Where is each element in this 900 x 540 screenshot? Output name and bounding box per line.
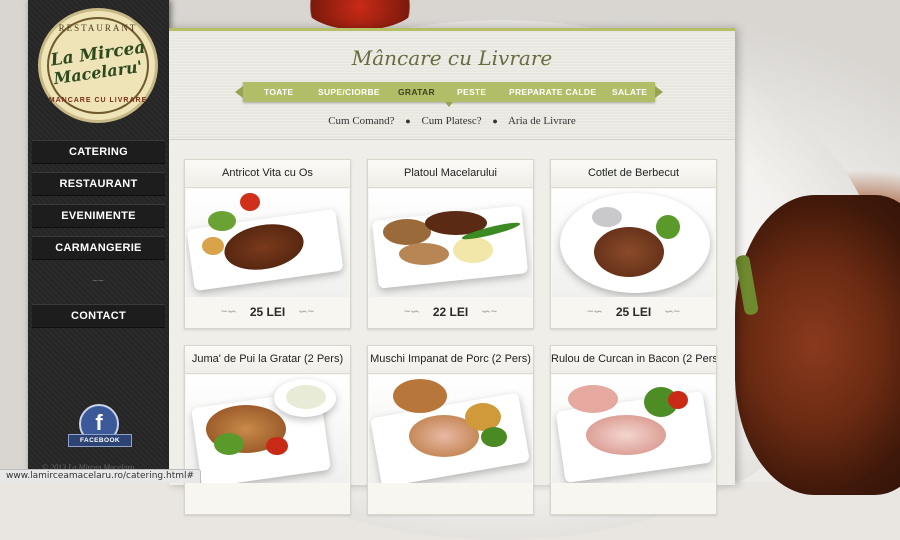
background-steak <box>735 195 900 495</box>
ornament-right-icon: ∽~ <box>298 306 314 318</box>
product-price-row: ~∽ 22 LEI ∽~ <box>368 297 533 327</box>
product-name[interactable]: Antricot Vita cu Os <box>185 160 350 188</box>
link-cum-platesc[interactable]: Cum Platesc? <box>421 115 481 127</box>
ornament-right-icon: ∽~ <box>664 306 680 318</box>
logo-tagline: MANCARE CU LIVRARE <box>48 97 148 104</box>
ornament-left-icon: ~∽ <box>587 306 603 318</box>
product-image-platter[interactable] <box>369 189 532 297</box>
product-price: 25 LEI <box>615 305 652 319</box>
ornament-left-icon: ~∽ <box>221 306 237 318</box>
herbs <box>214 433 244 455</box>
ornament-left-icon: ~∽ <box>404 306 420 318</box>
nav-divider-ornament: ~~ <box>92 276 104 287</box>
category-tab-gratar[interactable]: GRATAR <box>398 82 435 102</box>
chicken <box>399 243 449 265</box>
product-name[interactable]: Rulou de Curcan in Bacon (2 Pers) <box>551 346 716 374</box>
sidebar-nav: CATERING RESTAURANT EVENIMENTE CARMANGER… <box>32 140 165 268</box>
product-name[interactable]: Platoul Macelarului <box>368 160 533 188</box>
herbs <box>208 211 236 231</box>
product-price: 25 LEI <box>249 305 286 319</box>
category-tab-supe-ciorbe[interactable]: SUPE/CIORBE <box>318 82 380 102</box>
nav-item-carmangerie[interactable]: CARMANGERIE <box>32 236 165 260</box>
ornament-right-icon: ∽~ <box>481 306 497 318</box>
sidebar: RESTAURANT La Mircea Macelaru' MANCARE C… <box>28 0 169 472</box>
pork-roll <box>393 379 447 413</box>
product-card[interactable]: Muschi Impanat de Porc (2 Pers) <box>367 345 534 515</box>
link-aria-de-livrare[interactable]: Aria de Livrare <box>508 115 576 127</box>
product-price-row: ~∽ 25 LEI ∽~ <box>551 297 716 327</box>
product-image-grilled-chicken[interactable] <box>186 375 349 483</box>
nav-item-contact[interactable]: CONTACT <box>32 304 165 328</box>
panel-header: Mâncare cu Livrare TOATE SUPE/CIORBE GRA… <box>169 31 735 140</box>
tomato <box>266 437 288 455</box>
herbs <box>481 427 507 447</box>
nav-item-evenimente[interactable]: EVENIMENTE <box>32 204 165 228</box>
product-card[interactable]: Antricot Vita cu Os ~∽ 25 LEI ∽~ <box>184 159 351 329</box>
bullet-separator: ● <box>405 116 411 126</box>
foil <box>592 207 622 227</box>
onion-salad <box>453 237 493 263</box>
category-tab-salate[interactable]: SALATE <box>612 82 647 102</box>
product-card[interactable]: Cotlet de Berbecut ~∽ 25 LEI ∽~ <box>550 159 717 329</box>
sidebar-nav-contact: CONTACT <box>32 304 165 336</box>
product-image-turkey-roll[interactable] <box>552 375 715 483</box>
product-card[interactable]: Platoul Macelarului ~∽ 22 LEI ∽~ <box>367 159 534 329</box>
lamb-chops <box>594 227 664 277</box>
product-card[interactable]: Juma' de Pui la Gratar (2 Pers) <box>184 345 351 515</box>
info-links: Cum Comand? ● Cum Platesc? ● Aria de Liv… <box>169 115 735 127</box>
tomato <box>668 391 688 409</box>
link-cum-comand[interactable]: Cum Comand? <box>328 115 394 127</box>
garlic-sauce <box>286 385 326 409</box>
product-image-steak[interactable] <box>186 189 349 297</box>
active-category-indicator <box>445 102 453 107</box>
browser-status-bar: www.lamirceamacelaru.ro/catering.html# <box>0 469 202 483</box>
product-name[interactable]: Muschi Impanat de Porc (2 Pers) <box>368 346 533 374</box>
product-image-breaded-pork[interactable] <box>369 375 532 483</box>
logo-top-text: RESTAURANT <box>58 23 138 33</box>
potato <box>202 237 224 255</box>
herbs <box>656 215 680 239</box>
category-tab-preparate-calde[interactable]: PREPARATE CALDE <box>509 82 596 102</box>
category-tab-peste[interactable]: PESTE <box>457 82 486 102</box>
main-panel: Mâncare cu Livrare TOATE SUPE/CIORBE GRA… <box>169 28 735 515</box>
turkey-slices <box>586 415 666 455</box>
product-name[interactable]: Juma' de Pui la Gratar (2 Pers) <box>185 346 350 374</box>
product-image-lamb-chops[interactable] <box>552 189 715 297</box>
tomato <box>240 193 260 211</box>
product-name[interactable]: Cotlet de Berbecut <box>551 160 716 188</box>
nav-item-restaurant[interactable]: RESTAURANT <box>32 172 165 196</box>
facebook-badge[interactable]: f FACEBOOK <box>68 404 132 454</box>
category-tab-toate[interactable]: TOATE <box>264 82 294 102</box>
grilled-meat <box>383 219 431 245</box>
restaurant-logo[interactable]: RESTAURANT La Mircea Macelaru' MANCARE C… <box>38 8 158 123</box>
product-price: 22 LEI <box>432 305 469 319</box>
bacon-roll <box>568 385 618 413</box>
category-ribbon: TOATE SUPE/CIORBE GRATAR PESTE PREPARATE… <box>235 82 663 102</box>
product-card[interactable]: Rulou de Curcan in Bacon (2 Pers) <box>550 345 717 515</box>
product-price-row: ~∽ 25 LEI ∽~ <box>185 297 350 327</box>
facebook-label: FACEBOOK <box>68 434 132 447</box>
nav-item-catering[interactable]: CATERING <box>32 140 165 164</box>
bullet-separator: ● <box>492 116 498 126</box>
page-title: Mâncare cu Livrare <box>351 46 553 70</box>
